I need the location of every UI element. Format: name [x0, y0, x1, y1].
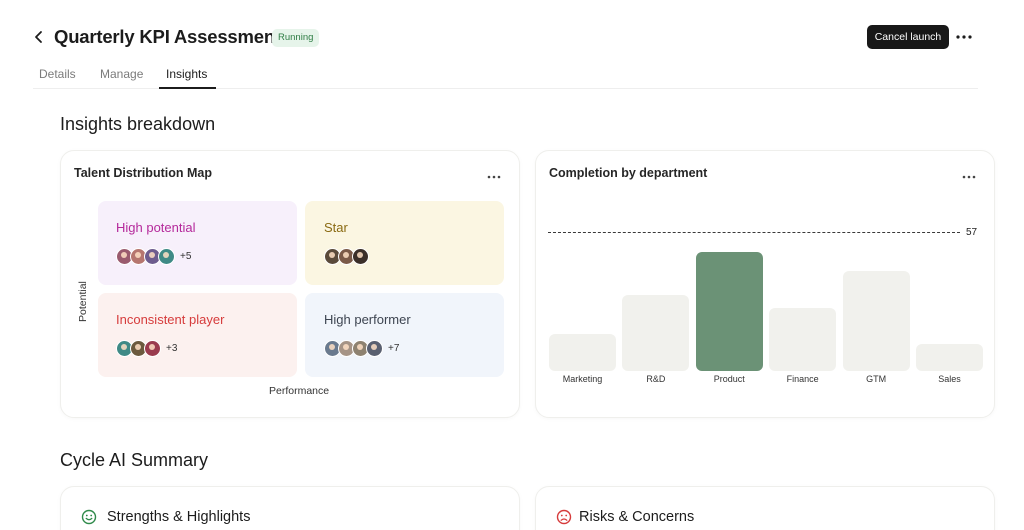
- avatar: [366, 340, 383, 357]
- quadrant-label: High potential: [116, 220, 196, 235]
- quadrant-star[interactable]: Star: [305, 201, 504, 285]
- completion-more-icon[interactable]: [960, 170, 978, 182]
- talent-map-more-icon[interactable]: [485, 170, 503, 182]
- status-badge: Running: [272, 29, 320, 47]
- smile-icon: [81, 509, 97, 525]
- quadrant-label: Star: [324, 220, 348, 235]
- reference-line: [548, 232, 960, 233]
- avatar-group: +5: [116, 248, 191, 265]
- quadrant-inconsistent-player[interactable]: Inconsistent player +3: [98, 293, 297, 377]
- x-axis-label: Performance: [269, 385, 330, 397]
- tab-insights[interactable]: Insights: [166, 67, 207, 81]
- avatar: [144, 340, 161, 357]
- cancel-launch-button[interactable]: Cancel launch: [867, 25, 949, 49]
- insights-section-title: Insights breakdown: [60, 114, 216, 134]
- avatar-group: +3: [116, 340, 177, 357]
- avatar-overflow-count: +3: [166, 343, 178, 354]
- page-title: Quarterly KPI Assessment: [54, 26, 281, 47]
- summary-section-title: Cycle AI Summary: [60, 450, 209, 470]
- quadrant-high-performer[interactable]: High performer +7: [305, 293, 504, 377]
- avatar-overflow-count: +5: [180, 251, 192, 262]
- tab-manage[interactable]: Manage: [100, 67, 143, 81]
- quadrant-label: High performer: [324, 312, 411, 327]
- back-chevron-icon[interactable]: [30, 28, 48, 46]
- completion-card: [535, 150, 995, 418]
- talent-map-title: Talent Distribution Map: [74, 166, 212, 180]
- avatar-group: +7: [324, 340, 399, 357]
- reference-value-label: 57: [966, 227, 978, 238]
- more-horizontal-icon[interactable]: [954, 28, 974, 46]
- avatar-overflow-count: +7: [388, 343, 400, 354]
- completion-title: Completion by department: [549, 166, 708, 180]
- avatar: [352, 248, 369, 265]
- tab-details[interactable]: Details: [39, 67, 76, 81]
- avatar-group: [324, 248, 369, 265]
- quadrant-label: Inconsistent player: [116, 312, 225, 327]
- y-axis-label: Potential: [77, 281, 89, 322]
- frown-icon: [556, 509, 572, 525]
- strengths-title: Strengths & Highlights: [107, 509, 251, 525]
- quadrant-high-potential[interactable]: High potential +5: [98, 201, 297, 285]
- avatar: [158, 248, 175, 265]
- active-tab-indicator: [159, 87, 216, 89]
- risks-title: Risks & Concerns: [579, 509, 695, 525]
